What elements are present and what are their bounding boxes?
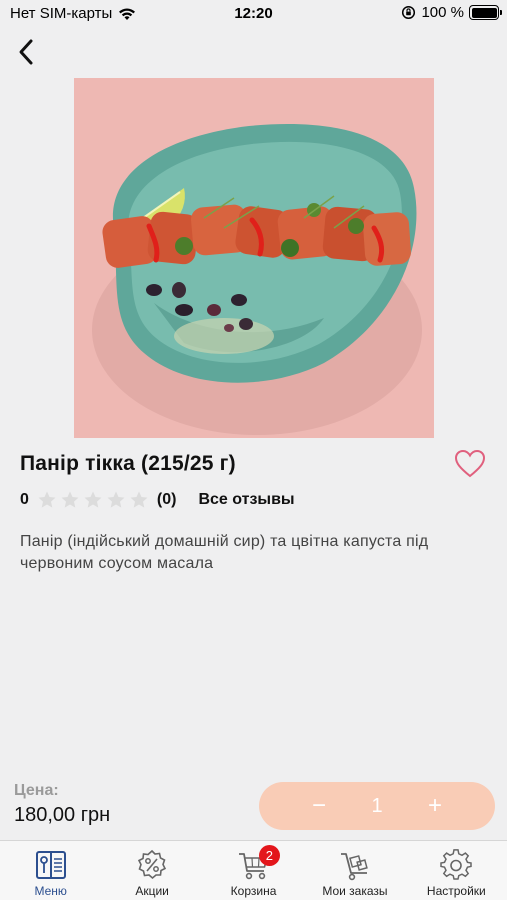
dish-title: Панір тікка (215/25 г) [20, 452, 236, 475]
tab-menu[interactable]: Меню [0, 841, 101, 900]
tab-label: Акции [135, 884, 169, 898]
quantity-value: 1 [371, 794, 383, 817]
tab-label: Мои заказы [322, 884, 388, 898]
tab-my-orders[interactable]: Мои заказы [304, 841, 405, 900]
tab-bar: Меню Акции 2 Корзина Мои заказы Настройк… [0, 840, 507, 900]
status-bar: Нет SIM-карты 12:20 100 % [0, 0, 507, 28]
tab-label: Корзина [230, 884, 277, 898]
star-icon [130, 491, 148, 508]
battery-percent: 100 % [421, 4, 464, 21]
all-reviews-link[interactable]: Все отзывы [198, 491, 294, 509]
heart-icon [454, 449, 486, 478]
dish-description: Панір (індійський домашній сир) та цвітн… [20, 533, 429, 572]
star-icon [84, 491, 102, 508]
orientation-lock-icon [402, 5, 416, 20]
rating-row: 0 (0) Все отзывы [20, 490, 295, 510]
dish-photo [74, 78, 434, 438]
rating-value: 0 [20, 491, 29, 508]
star-icon [61, 491, 79, 508]
decrease-quantity-button[interactable]: − [307, 794, 331, 818]
discount-icon [138, 849, 167, 880]
increase-quantity-button[interactable]: + [423, 794, 447, 818]
status-right: 100 % [401, 4, 502, 21]
favorite-button[interactable] [454, 449, 486, 479]
gear-icon [440, 849, 473, 880]
price-label: Цена: [14, 782, 59, 799]
chevron-left-icon [19, 39, 33, 65]
orders-trolley-icon [340, 853, 368, 881]
battery-icon [469, 5, 502, 20]
menu-book-icon [35, 851, 66, 879]
tab-cart[interactable]: 2 Корзина [203, 841, 304, 900]
tab-label: Меню [34, 884, 67, 898]
rating-stars [37, 490, 149, 510]
cart-count-badge: 2 [258, 845, 280, 866]
price-value: 180,00 грн [14, 804, 111, 826]
review-count: (0) [156, 491, 177, 508]
quantity-stepper: − 1 + [259, 782, 495, 830]
tab-promotions[interactable]: Акции [101, 841, 202, 900]
star-icon [38, 491, 56, 508]
back-button[interactable] [10, 34, 42, 70]
dish-illustration [74, 78, 434, 438]
tab-label: Настройки [426, 884, 486, 898]
star-icon [107, 491, 125, 508]
tab-settings[interactable]: Настройки [406, 841, 507, 900]
